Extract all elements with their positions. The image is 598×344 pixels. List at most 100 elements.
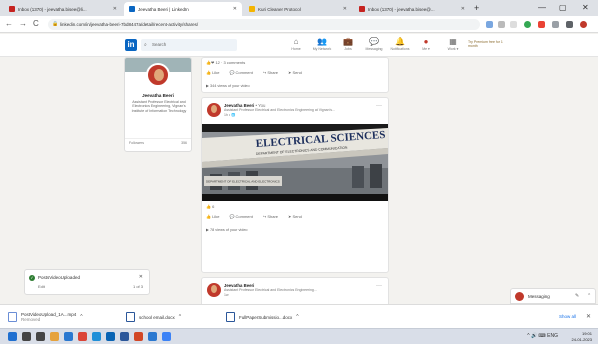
author-headline: Assistant Professor Electrical and Elect… [224, 288, 317, 292]
notification-edit-link[interactable]: Edit [38, 284, 45, 289]
notification-title: PostsVideoUploaded [38, 275, 80, 280]
url-bar[interactable]: 🔒 linkedin.com/in/jeevatha-beeri-7bd8447… [48, 19, 480, 30]
reaction-count[interactable]: 👍 6 [206, 204, 214, 209]
building-photo: ELECTRICAL SCIENCES BLOCK DEPARTMENT OF … [202, 124, 388, 201]
profile-name[interactable]: Jeevatha Beeri [125, 93, 191, 98]
messaging-icon: 💬 [369, 37, 379, 46]
search-icon[interactable] [22, 332, 31, 341]
new-tab-button[interactable]: + [474, 3, 479, 13]
close-tab-icon[interactable]: ✕ [343, 6, 347, 12]
share-button[interactable]: ↪ Share [263, 214, 278, 219]
nav-me[interactable]: ● Me ▾ [413, 37, 439, 51]
gmail-icon [9, 6, 15, 12]
close-tab-icon[interactable]: ✕ [461, 6, 465, 12]
nav-work[interactable]: ▦ Work ▾ [440, 37, 466, 51]
show-all-button[interactable]: Show all [559, 314, 576, 319]
extension-icon[interactable] [524, 21, 531, 28]
tab-kuri-cleaner[interactable]: Kuri Cleaner Protocol ✕ [244, 2, 352, 16]
clock[interactable]: 19:01 24-01-2023 [572, 331, 592, 342]
store-icon[interactable] [64, 332, 73, 341]
download-item[interactable]: school email.docx ^ [126, 309, 181, 325]
video-views[interactable]: ▶ 78 views of your video [206, 227, 248, 232]
task-view-icon[interactable] [36, 332, 45, 341]
post-card: Jeevatha Beeri Assistant Professor Elect… [201, 277, 389, 304]
system-tray[interactable]: ^ 🔊 ⌨ ENG [527, 333, 558, 339]
file-icon [226, 312, 235, 322]
app-icon[interactable] [162, 332, 171, 341]
close-window-button[interactable]: ✕ [582, 3, 589, 12]
post-actions: 👍 Like 💬 Comment ↪ Share ➤ Send [206, 214, 302, 219]
chevron-up-icon[interactable]: ^ [80, 314, 82, 320]
nav-jobs[interactable]: 💼 Jobs [335, 37, 361, 51]
bookmark-icon[interactable] [566, 21, 573, 28]
comment-button[interactable]: 💬 Comment [229, 70, 252, 75]
linkedin-icon [129, 6, 135, 12]
download-item[interactable]: FullPaperSubmissio...docx ^ [226, 309, 299, 325]
share-button[interactable]: ↪ Share [263, 70, 278, 75]
chevron-up-icon[interactable]: ⌃ [587, 293, 591, 299]
video-views[interactable]: ▶ 344 views of your video [206, 83, 250, 88]
close-tab-icon[interactable]: ✕ [233, 6, 237, 12]
url-text: linkedin.com/in/jeevatha-beeri-7bd8447a/… [60, 22, 199, 27]
send-button[interactable]: ➤ Send [288, 70, 302, 75]
file-icon [8, 312, 17, 322]
key-icon[interactable] [486, 21, 493, 28]
extension-icon[interactable] [538, 21, 545, 28]
photos-icon[interactable] [148, 332, 157, 341]
gmail-icon [359, 6, 365, 12]
extensions-puzzle-icon[interactable] [552, 21, 559, 28]
nav-home[interactable]: ⌂ Home [283, 37, 309, 51]
messaging-widget[interactable]: Messaging ✎ ⌃ [510, 288, 596, 304]
reload-button[interactable]: C [33, 19, 39, 28]
chrome-icon[interactable] [78, 332, 87, 341]
author-avatar[interactable] [207, 283, 221, 297]
post-card: Jeevatha Beeri • You Assistant Professor… [201, 97, 389, 273]
minimize-button[interactable]: — [538, 3, 546, 12]
tab-linkedin[interactable]: Jeevatha Beeri | LinkedIn ✕ [124, 2, 242, 16]
like-button[interactable]: 👍 Like [206, 70, 219, 75]
close-icon[interactable]: ✕ [586, 313, 591, 320]
maximize-button[interactable]: ▢ [559, 3, 567, 12]
tab-gmail-inbox-2[interactable]: Inbox (1370) - jeevatha.bisee@... ✕ [354, 2, 470, 16]
linkedin-navbar: in ⌕ Search ⌂ Home 👥 My Network 💼 Jobs 💬… [0, 34, 598, 57]
windows-icon[interactable] [8, 332, 17, 341]
more-options-icon[interactable]: ··· [376, 103, 382, 109]
like-button[interactable]: 👍 Like [206, 214, 219, 219]
nav-messaging[interactable]: 💬 Messaging [361, 37, 387, 51]
profile-avatar-icon[interactable] [580, 21, 587, 28]
comment-button[interactable]: 💬 Comment [229, 214, 252, 219]
download-item[interactable]: PostVideoUpload_1A...mp4 Removed ^ [8, 309, 83, 325]
forward-button[interactable]: → [19, 19, 27, 28]
send-button[interactable]: ➤ Send [288, 214, 302, 219]
powerpoint-icon[interactable] [134, 332, 143, 341]
word-icon[interactable] [120, 332, 129, 341]
zoom-icon[interactable] [498, 21, 505, 28]
back-button[interactable]: ← [5, 19, 13, 28]
post-card: 👍❤ 12 · 3 comments 👍 Like 💬 Comment ↪ Sh… [201, 57, 389, 93]
compose-icon[interactable]: ✎ [575, 293, 579, 299]
mail-icon[interactable] [106, 332, 115, 341]
profile-stat[interactable]: Followers 356 [125, 138, 191, 147]
post-image[interactable]: ELECTRICAL SCIENCES BLOCK DEPARTMENT OF … [202, 124, 388, 201]
author-avatar[interactable] [207, 103, 221, 117]
nav-my-network[interactable]: 👥 My Network [309, 37, 335, 51]
tab-gmail-inbox[interactable]: Inbox (1370) - jeevatha.bisee@li... ✕ [4, 2, 122, 16]
file-explorer-icon[interactable] [50, 332, 59, 341]
search-input[interactable]: ⌕ Search [141, 39, 237, 51]
linkedin-logo[interactable]: in [125, 39, 137, 51]
profile-avatar[interactable] [146, 63, 170, 87]
star-icon[interactable] [510, 21, 517, 28]
page-icon [249, 6, 255, 12]
profile-card: Jeevatha Beeri Assistant Professor Elect… [124, 57, 192, 152]
nav-notifications[interactable]: 🔔 Notifications [387, 37, 413, 51]
close-icon[interactable]: ✕ [139, 274, 143, 280]
chevron-up-icon[interactable]: ^ [296, 314, 298, 320]
download-notification: ✓ PostsVideoUploaded Edit ✕ 1 of 3 [24, 269, 150, 295]
try-premium-link[interactable]: Try Premium free for 1 month [468, 40, 504, 48]
reaction-count[interactable]: 👍❤ 12 · 3 comments [206, 60, 245, 65]
chevron-up-icon[interactable]: ^ [179, 314, 181, 320]
close-tab-icon[interactable]: ✕ [113, 6, 117, 12]
avatar [515, 292, 524, 301]
more-options-icon[interactable]: ··· [376, 283, 382, 289]
edge-icon[interactable] [92, 332, 101, 341]
